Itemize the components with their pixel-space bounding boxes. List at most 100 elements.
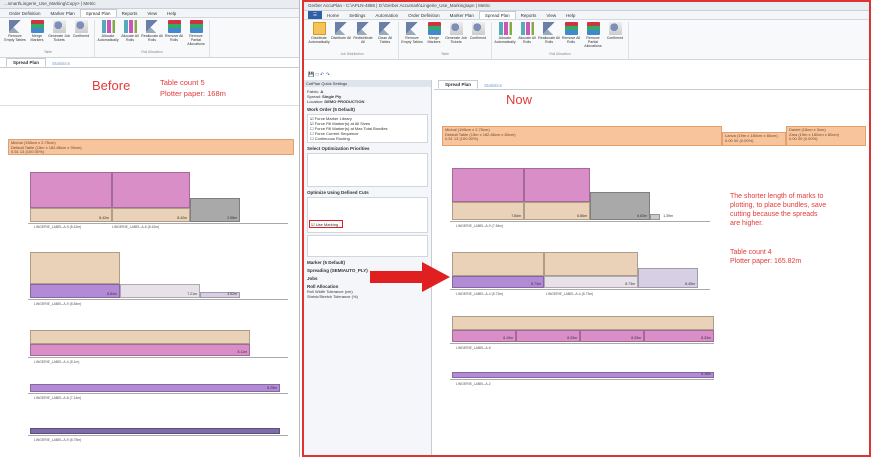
table-count-note: Table count 5 <box>160 78 205 87</box>
redistribute-all-button[interactable]: Redistribute All <box>352 22 374 52</box>
row-label: LINGERIE_LABEL-A-8 (7.14m) <box>34 396 82 400</box>
spread-block[interactable] <box>30 172 112 208</box>
menu-marker-plan[interactable]: Marker Plan <box>46 10 80 17</box>
mark-block[interactable]: 8.73m <box>544 276 638 288</box>
axis-line <box>28 393 288 394</box>
mark-block[interactable]: 8.42m <box>30 208 112 222</box>
menu-view[interactable]: View <box>142 10 162 17</box>
quick-access-toolbar[interactable]: 💾 □ ↶ ↷ <box>308 72 330 80</box>
confirmed-allocation-button[interactable]: Confirmed <box>604 22 626 52</box>
distribute-all-button[interactable]: Distribute All <box>330 22 352 52</box>
allocate-all-rolls-button[interactable]: Allocate All Rolls <box>119 20 141 50</box>
mark-block[interactable]: 8.25m <box>30 384 280 392</box>
mark-block[interactable]: 3.52m <box>200 292 240 298</box>
generate-job-tickets-button[interactable]: Generate Job Tickets <box>48 20 70 50</box>
spread-block[interactable] <box>524 168 590 202</box>
table-header[interactable]: Michal (198cm x 2.75cm) Default Table (1… <box>442 126 722 146</box>
tab-statistics[interactable]: Statistics <box>478 82 508 89</box>
spread-block[interactable] <box>112 172 190 208</box>
reallocate-all-rolls-button[interactable]: Reallocate All Rolls <box>141 20 163 50</box>
menu-marker-plan[interactable]: Marker Plan <box>445 12 479 19</box>
axis-line <box>28 299 288 300</box>
location-value: DEMO PRODUCTION <box>324 99 365 104</box>
mark-block[interactable]: 8.84m <box>30 284 120 298</box>
menu-spread-plan[interactable]: Spread Plan <box>79 9 117 17</box>
row-label: LINGERIE_LABEL-A-4 (8.73m) <box>546 292 594 296</box>
mark-block[interactable]: 6.86m <box>524 202 590 220</box>
axis-line <box>450 289 710 290</box>
allocate-automatically-button[interactable]: Allocate Automatically <box>494 22 516 52</box>
mark-block[interactable]: 6.19m <box>452 330 516 342</box>
view-tabs: Spread Plan Statistics <box>434 80 869 90</box>
table-header-2[interactable]: Lanva (19m x 180cm x 80cm) 0.00 00 (0.00… <box>722 132 786 146</box>
reallocate-icon <box>145 20 159 33</box>
remove-partial-icon <box>586 22 600 35</box>
allocate-all-rolls-button[interactable]: Allocate All Rolls <box>516 22 538 52</box>
section-defined-cuts[interactable]: Optimize Using Defined Cuts <box>307 190 428 195</box>
spread-block[interactable] <box>452 252 544 276</box>
distribute-automatically-button[interactable]: Distribute Automatically <box>308 22 330 52</box>
table-header[interactable]: Michal (198cm x 2.75cm) Default Table (1… <box>8 139 294 155</box>
generate-job-tickets-button[interactable]: Generate Job Tickets <box>445 22 467 52</box>
table-icon <box>8 20 22 33</box>
menu-view[interactable]: View <box>541 12 561 19</box>
distribute-icon <box>312 22 326 35</box>
tab-spread-plan[interactable]: Spread Plan <box>6 58 47 67</box>
remove-all-rolls-button[interactable]: Remove All Rolls <box>163 20 185 50</box>
mark-block[interactable]: 8.45m <box>638 268 698 288</box>
spread-block[interactable] <box>30 252 120 284</box>
shrink-tolerance-field[interactable]: Shrink/Stretch Tolerance (%) <box>307 294 428 299</box>
mark-block[interactable]: 8.11m <box>30 344 250 356</box>
checkbox-option[interactable]: ☐ Continuous Routing <box>310 136 425 141</box>
mark-block[interactable]: 7.84m <box>452 202 524 220</box>
menu-order-definition[interactable]: Order Definition <box>4 10 46 17</box>
ticket-icon <box>449 22 463 35</box>
section-optimization[interactable]: Select Optimization Priorities <box>307 146 428 151</box>
table-header-3[interactable]: Daniel (18cm x 3cm) Zara (19m x 180cm x … <box>786 126 866 146</box>
spread-mode-options <box>307 235 428 257</box>
confirmed-button[interactable]: Confirmed <box>70 20 92 50</box>
clean-all-tables-button[interactable]: Clean All Tables <box>374 22 396 52</box>
spread-block[interactable] <box>544 252 638 276</box>
mark-block[interactable] <box>30 428 280 434</box>
mark-block[interactable]: 2.58m <box>190 198 240 222</box>
mark-block[interactable]: 8.42m <box>112 208 190 222</box>
menu-help[interactable]: Help <box>561 12 580 19</box>
menu-settings[interactable]: Settings <box>344 12 370 19</box>
merge-markers-button[interactable]: Merge Markers <box>423 22 445 52</box>
menu-home[interactable]: Home <box>322 12 344 19</box>
spread-block[interactable] <box>452 168 524 202</box>
tab-statistics[interactable]: Statistics <box>46 60 76 67</box>
spread-block[interactable] <box>452 316 714 330</box>
menu-automation[interactable]: Automation <box>370 12 403 19</box>
merge-markers-button[interactable]: Merge Markers <box>26 20 48 50</box>
remove-empty-tables-button[interactable]: Remove Empty Tables <box>4 20 26 50</box>
mark-block[interactable]: 6.18m <box>452 372 714 378</box>
mark-block[interactable]: 8.73m <box>452 276 544 288</box>
mark-block[interactable]: 1.39m <box>650 214 673 220</box>
mark-block[interactable]: 8.33m <box>516 330 580 342</box>
menu-reports[interactable]: Reports <box>516 12 542 19</box>
reallocate-all-rolls-button[interactable]: Reallocate All Rolls <box>538 22 560 52</box>
menu-order-definition[interactable]: Order Definition <box>403 12 445 19</box>
mark-block[interactable]: 7.21m <box>120 284 200 298</box>
section-work-order[interactable]: Work Order (5 Default) <box>307 107 428 112</box>
allocate-automatically-button[interactable]: Allocate Automatically <box>97 20 119 50</box>
menu-reports[interactable]: Reports <box>117 10 143 17</box>
remove-empty-tables-button[interactable]: Remove Empty Tables <box>401 22 423 52</box>
row-label: LINGERIE_LABEL-A-2 <box>456 382 491 386</box>
remove-partial-allocations-button[interactable]: Remove Partial Allocations <box>582 22 604 52</box>
mark-block[interactable]: 8.33m <box>644 330 714 342</box>
mark-block[interactable]: 6.63m <box>590 192 650 220</box>
mark-block[interactable] <box>30 330 250 344</box>
remove-all-rolls-button[interactable]: Remove All Rolls <box>560 22 582 52</box>
remove-partial-allocations-button[interactable]: Remove Partial Allocations <box>185 20 207 50</box>
distribute-all-icon <box>334 22 348 35</box>
menu-help[interactable]: Help <box>162 10 181 17</box>
menu-spread-plan[interactable]: Spread Plan <box>478 11 516 19</box>
plotter-paper-note: Plotter paper: 165.82m <box>730 258 802 265</box>
tab-spread-plan[interactable]: Spread Plan <box>438 80 479 89</box>
file-menu-icon[interactable]: ☰ <box>308 11 323 19</box>
confirmed-button[interactable]: Confirmed <box>467 22 489 52</box>
mark-block[interactable]: 8.33m <box>580 330 644 342</box>
